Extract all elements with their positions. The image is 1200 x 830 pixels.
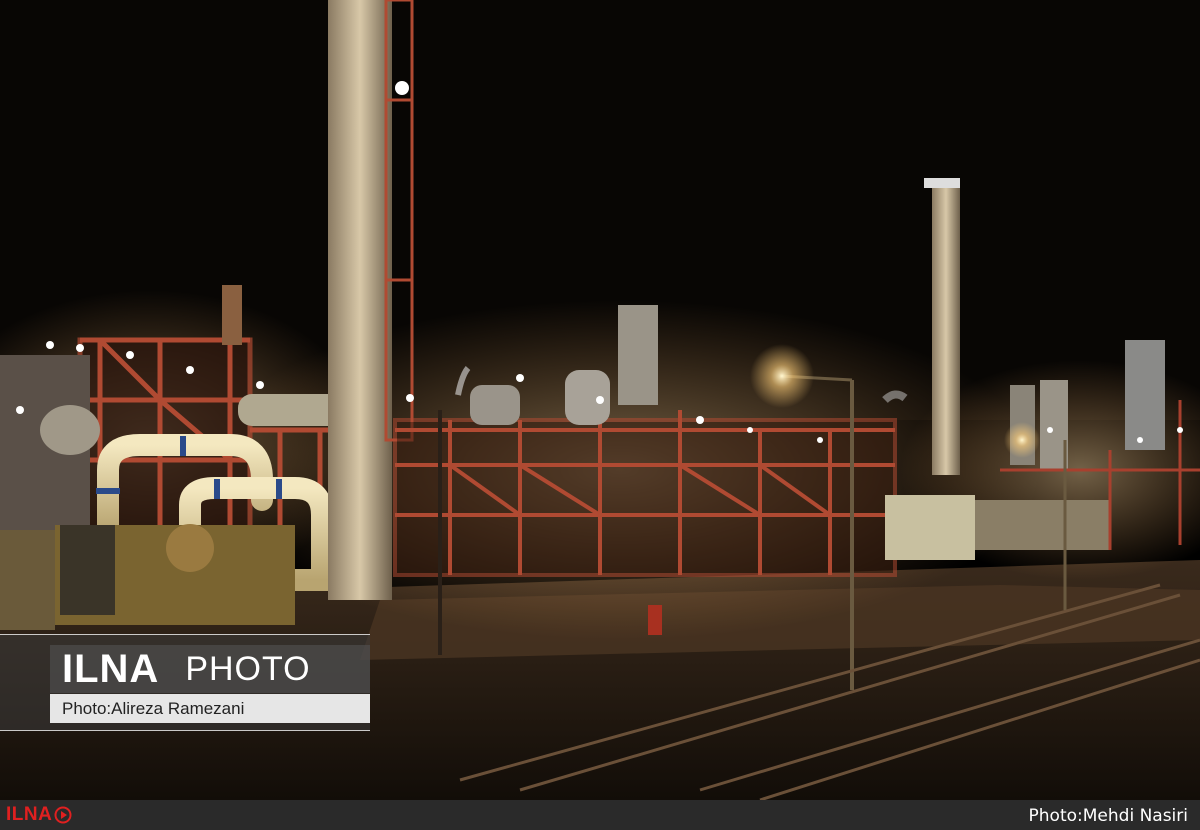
play-arrow-icon: [54, 806, 72, 824]
right-stack: [932, 185, 960, 475]
central-process-unit: [393, 410, 897, 577]
watermark-label: PHOTO: [185, 649, 311, 688]
ilna-photo-watermark: ILNA PHOTO Photo:Alireza Ramezani: [0, 634, 370, 731]
watermark-credit: Photo:Alireza Ramezani: [50, 694, 370, 723]
watermark-credit-text: Photo:Alireza Ramezani: [62, 698, 245, 718]
footer-photo-credit: Photo:Mehdi Nasiri: [1028, 806, 1188, 826]
watermark-brand: ILNA: [62, 646, 160, 691]
watermark-title: ILNA PHOTO: [50, 645, 370, 693]
footer-logo: ILNA: [6, 804, 72, 826]
footer-logo-text: ILNA: [6, 804, 53, 825]
main-stack: [328, 0, 392, 600]
footer-bar: ILNA Photo:Mehdi Nasiri: [0, 800, 1200, 830]
